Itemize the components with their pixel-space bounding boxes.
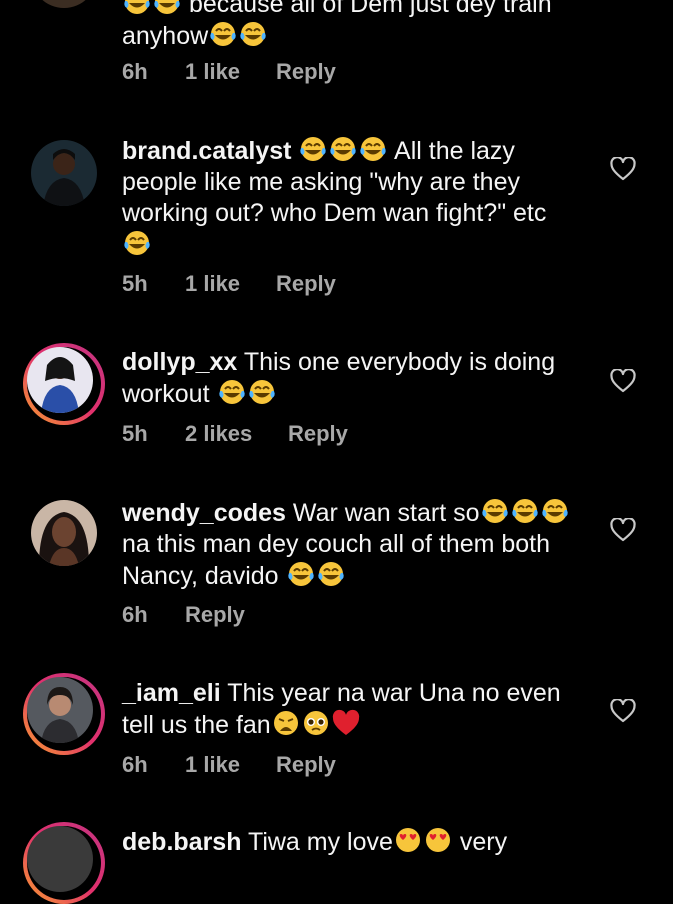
- like-count[interactable]: 1 like: [185, 59, 276, 85]
- face-with-tears-of-joy-icon: [540, 497, 570, 525]
- face-with-tears-of-joy-icon: [208, 20, 238, 48]
- comment-username[interactable]: brand.catalyst: [122, 137, 292, 165]
- face-with-tears-of-joy-icon: [480, 497, 510, 525]
- face-with-tears-of-joy-icon: [316, 560, 346, 588]
- avatar[interactable]: [31, 140, 97, 206]
- reply-button[interactable]: Reply: [288, 421, 348, 447]
- like-heart-icon[interactable]: [610, 699, 636, 723]
- face-with-tears-of-joy-icon: [247, 378, 277, 406]
- comment-username[interactable]: wendy_codes: [122, 499, 286, 527]
- heart-eyes-icon: [393, 826, 423, 854]
- comment-meta: 6h 1 like Reply: [122, 59, 336, 85]
- face-with-tears-of-joy-icon: [358, 135, 388, 163]
- avatar[interactable]: [31, 0, 97, 8]
- reply-button[interactable]: Reply: [276, 752, 336, 778]
- like-heart-icon[interactable]: [610, 157, 636, 181]
- reply-button[interactable]: Reply: [185, 602, 245, 628]
- face-with-tears-of-joy-icon: [286, 560, 316, 588]
- face-with-tears-of-joy-icon: [217, 378, 247, 406]
- weary-face-icon: [271, 709, 301, 737]
- comment-text: War wan start so: [292, 499, 480, 527]
- face-with-tears-of-joy-icon: [238, 20, 268, 48]
- reply-button[interactable]: Reply: [276, 59, 336, 85]
- comment-meta: 5h 2 likes Reply: [122, 421, 348, 447]
- comment-text: anyhow: [122, 22, 209, 50]
- comment-username[interactable]: dollyp_xx: [122, 348, 237, 376]
- timestamp: 5h: [122, 421, 148, 446]
- timestamp: 5h: [122, 271, 148, 296]
- face-with-tears-of-joy-icon: [510, 497, 540, 525]
- face-with-tears-of-joy-icon: [328, 135, 358, 163]
- comment-meta: 6h 1 like Reply: [122, 752, 336, 778]
- face-with-tears-of-joy-icon: [122, 229, 152, 257]
- like-heart-icon[interactable]: [610, 369, 636, 393]
- comment-username[interactable]: deb.barsh: [122, 828, 241, 856]
- avatar-with-story-ring[interactable]: [23, 343, 105, 425]
- heart-eyes-icon: [423, 826, 453, 854]
- like-heart-icon[interactable]: [610, 518, 636, 542]
- comment-text: very: [459, 828, 508, 856]
- like-count[interactable]: 2 likes: [185, 421, 288, 447]
- comment-meta: 5h 1 like Reply: [122, 271, 336, 297]
- comment-username[interactable]: _iam_eli: [122, 679, 221, 707]
- timestamp: 6h: [122, 59, 148, 84]
- face-with-tears-of-joy-icon: [152, 0, 182, 16]
- reply-button[interactable]: Reply: [276, 271, 336, 297]
- like-count[interactable]: 1 like: [185, 752, 276, 778]
- comment-text: Tiwa my love: [247, 828, 393, 856]
- face-with-tears-of-joy-icon: [122, 0, 152, 16]
- like-count[interactable]: 1 like: [185, 271, 276, 297]
- avatar[interactable]: [31, 500, 97, 566]
- comment-text: because all of Dem just dey train: [188, 0, 552, 18]
- red-heart-icon: [331, 709, 361, 737]
- timestamp: 6h: [122, 752, 148, 777]
- avatar-with-story-ring[interactable]: [23, 673, 105, 755]
- pleading-face-icon: [301, 709, 331, 737]
- timestamp: 6h: [122, 602, 148, 627]
- face-with-tears-of-joy-icon: [298, 135, 328, 163]
- avatar-with-story-ring[interactable]: [23, 822, 105, 904]
- comment-meta: 6h Reply: [122, 602, 245, 628]
